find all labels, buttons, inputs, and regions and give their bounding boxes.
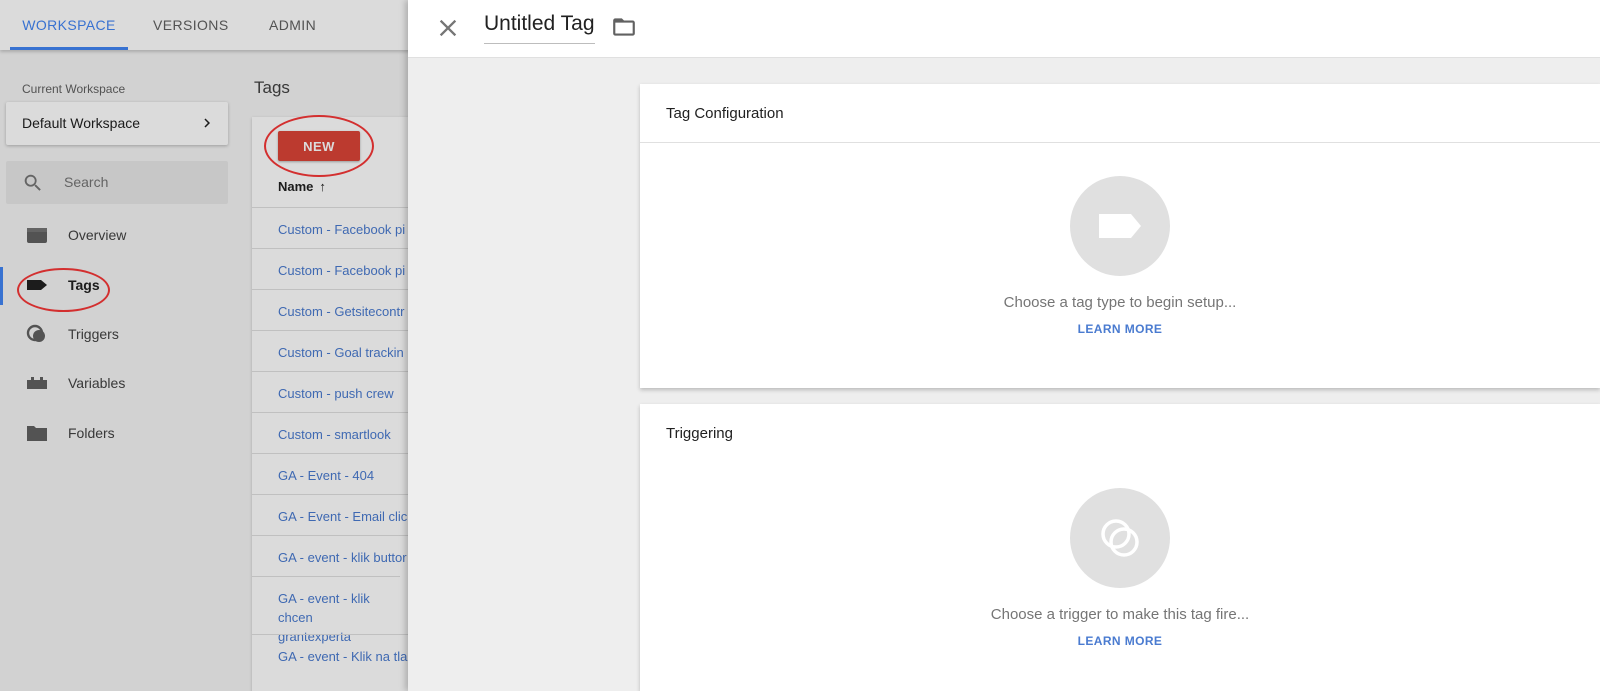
close-icon[interactable] — [434, 14, 462, 42]
trigger-icon — [1101, 519, 1139, 557]
choose-tag-type-button[interactable] — [1070, 176, 1170, 276]
annotation-circle-tags — [17, 268, 110, 312]
tag-configuration-card[interactable]: Tag Configuration Choose a tag type to b… — [640, 84, 1600, 388]
choose-trigger-button[interactable] — [1070, 488, 1170, 588]
tag-editor-panel: Untitled Tag Tag Configuration Choose a … — [408, 0, 1600, 691]
tag-name-input[interactable]: Untitled Tag — [484, 12, 595, 44]
folder-outline-icon[interactable] — [611, 14, 637, 40]
learn-more-link[interactable]: LEARN MORE — [640, 322, 1600, 336]
tag-type-prompt: Choose a tag type to begin setup... — [1003, 294, 1237, 311]
section-title: Tag Configuration — [666, 105, 784, 122]
panel-header: Untitled Tag — [408, 0, 1600, 58]
tag-icon — [1099, 214, 1141, 238]
trigger-prompt: Choose a trigger to make this tag fire..… — [990, 606, 1250, 623]
divider — [640, 142, 1600, 143]
triggering-card[interactable]: Triggering Choose a trigger to make this… — [640, 404, 1600, 691]
annotation-circle-new — [264, 115, 374, 177]
section-title: Triggering — [666, 425, 733, 442]
learn-more-link[interactable]: LEARN MORE — [640, 634, 1600, 648]
